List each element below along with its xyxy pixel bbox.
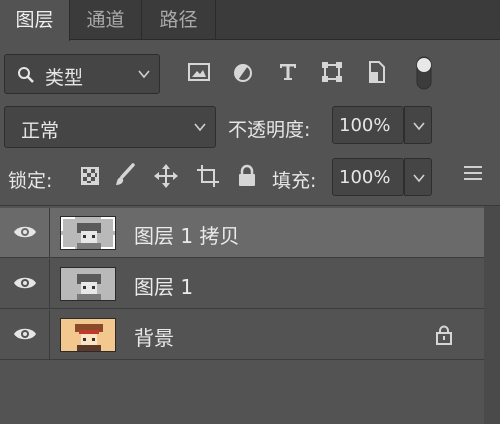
visibility-cell[interactable] [0,310,50,360]
layers-scroll-track[interactable] [484,206,500,424]
chevron-down-icon [194,123,206,132]
eye-icon[interactable] [13,275,37,291]
eye-icon[interactable] [13,326,37,342]
panel-divider [0,205,500,206]
chevron-down-icon [413,174,425,183]
chevron-down-icon [413,122,425,131]
tab-paths[interactable]: 路径 [142,0,216,40]
layer-thumbnail [60,318,116,352]
opacity-value: 100% [339,115,391,136]
pixel-layer-filter-icon[interactable] [188,62,210,82]
lock-all-icon[interactable] [237,164,257,188]
tab-layers[interactable]: 图层 [0,0,70,41]
layer-row-layer1[interactable]: 图层 1 [0,259,484,309]
layer-name[interactable]: 图层 1 拷贝 [134,220,239,249]
smart-object-filter-icon[interactable] [366,60,386,84]
layer-lock-icon[interactable] [435,325,453,345]
opacity-dropdown-button[interactable] [404,106,432,144]
adjustment-layer-filter-icon[interactable] [233,63,253,83]
panel-menu-icon[interactable] [464,166,482,186]
lock-label: 锁定: [8,170,53,192]
search-icon [18,67,34,83]
layer-name[interactable]: 图层 1 [134,271,193,300]
blend-mode-value: 正常 [21,120,60,142]
lock-position-move-icon[interactable] [154,164,178,188]
opacity-input[interactable]: 100% [332,106,404,144]
fill-label: 填充: [272,170,317,192]
layer-filter-select[interactable]: 类型 [4,54,160,94]
fill-dropdown-button[interactable] [404,158,432,196]
fill-value: 100% [339,167,391,188]
layer-thumbnail [60,216,116,250]
chevron-down-icon [138,70,150,79]
shape-layer-filter-icon[interactable] [321,61,343,83]
visibility-cell[interactable] [0,259,50,309]
lock-transparent-pixels-icon[interactable] [80,166,100,186]
layer-row-copy[interactable]: 图层 1 拷贝 [0,208,484,258]
type-layer-filter-icon[interactable] [278,62,298,82]
tab-channels[interactable]: 通道 [70,0,142,40]
visibility-cell[interactable] [0,208,50,258]
lock-artboard-nesting-icon[interactable] [196,164,220,188]
filter-toggle-switch-icon[interactable] [414,55,434,91]
panel-tab-bar: 图层 通道 路径 [0,0,500,41]
fill-input[interactable]: 100% [332,158,404,196]
opacity-label: 不透明度: [228,119,311,141]
layer-row-background[interactable]: 背景 [0,310,484,360]
layer-thumbnail [60,267,116,301]
lock-image-pixels-brush-icon[interactable] [114,163,136,187]
layer-name[interactable]: 背景 [134,322,174,351]
eye-icon[interactable] [13,224,37,240]
filter-kind-label: 类型 [45,67,84,89]
blend-mode-select[interactable]: 正常 [4,106,216,148]
